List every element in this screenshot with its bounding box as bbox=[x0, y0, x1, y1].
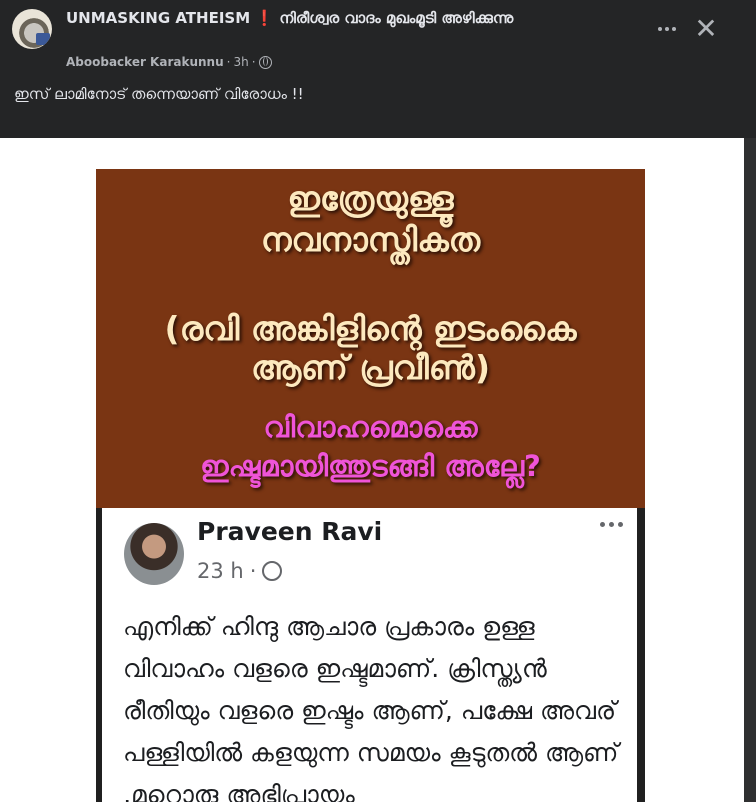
dot bbox=[658, 27, 662, 31]
meta-separator: · bbox=[251, 55, 256, 69]
close-button[interactable]: ✕ bbox=[692, 14, 720, 44]
banner-line-4: ആണ് പ്രവീൺ) bbox=[250, 348, 491, 387]
group-name-line[interactable]: UNMASKING ATHEISM ❗ നിരീശ്വര വാദം മുഖംമൂ… bbox=[66, 8, 586, 29]
more-options-button[interactable] bbox=[650, 16, 684, 42]
group-name[interactable]: UNMASKING ATHEISM bbox=[66, 9, 250, 27]
banner-line-5: വിവാഹമൊക്കെ bbox=[263, 410, 478, 444]
embedded-post-text: എനിക്ക് ഹിന്ദു ആചാര പ്രകാരം ഉള്ള വിവാഹം … bbox=[123, 612, 619, 802]
dot bbox=[609, 522, 614, 527]
banner-line-6: ഇഷ്ടമായിത്തുടങ്ങി അല്ലേ? bbox=[200, 449, 541, 483]
embedded-more-icon bbox=[600, 522, 623, 527]
embedded-post-body: Praveen Ravi 23 h · എനിക്ക് ഹിന്ദു ആചാര … bbox=[102, 508, 637, 802]
exclamation-icon: ❗ bbox=[255, 9, 275, 27]
dot bbox=[618, 522, 623, 527]
embedded-post-time: 23 h bbox=[197, 559, 244, 583]
post-author[interactable]: Aboobacker Karakunnu bbox=[66, 55, 224, 69]
post-image[interactable]: ഇത്രേയുള്ളൂ നവനാസ്തികത (രവി അങ്കിളിന്റെ … bbox=[0, 138, 744, 802]
banner-line-3: (രവി അങ്കിളിന്റെ ഇടംകൈ bbox=[164, 309, 577, 348]
globe-icon bbox=[258, 55, 272, 69]
post-time[interactable]: 3h bbox=[233, 55, 248, 69]
meme-banner: ഇത്രേയുള്ളൂ നവനാസ്തികത (രവി അങ്കിളിന്റെ … bbox=[96, 169, 645, 508]
post-caption: ഇസ് ലാമിനോട് തന്നെയാണ് വിരോധം !! bbox=[14, 85, 304, 103]
embedded-post-meta: 23 h · bbox=[197, 559, 283, 583]
meta-separator: · bbox=[226, 55, 231, 69]
scrollbar-track[interactable] bbox=[744, 138, 756, 802]
post-header: UNMASKING ATHEISM ❗ നിരീശ്വര വാദം മുഖംമൂ… bbox=[0, 0, 756, 138]
banner-line-2: നവനാസ്തികത bbox=[260, 220, 481, 259]
post-meta: Aboobacker Karakunnu · 3h · bbox=[66, 55, 272, 69]
dot bbox=[600, 522, 605, 527]
meta-separator: · bbox=[249, 559, 257, 583]
banner-line-1: ഇത്രേയുള്ളൂ bbox=[287, 179, 454, 218]
group-avatar[interactable] bbox=[12, 9, 52, 49]
embedded-avatar bbox=[124, 523, 184, 585]
embedded-post-card: Praveen Ravi 23 h · എനിക്ക് ഹിന്ദു ആചാര … bbox=[96, 508, 645, 802]
group-name-suffix[interactable]: നിരീശ്വര വാദം മുഖംമൂടി അഴിക്കുന്നു bbox=[279, 9, 513, 27]
group-avatar-badge bbox=[36, 33, 50, 45]
dot bbox=[665, 27, 669, 31]
dot bbox=[672, 27, 676, 31]
embedded-globe-icon bbox=[262, 561, 283, 581]
embedded-author-name: Praveen Ravi bbox=[197, 517, 383, 546]
